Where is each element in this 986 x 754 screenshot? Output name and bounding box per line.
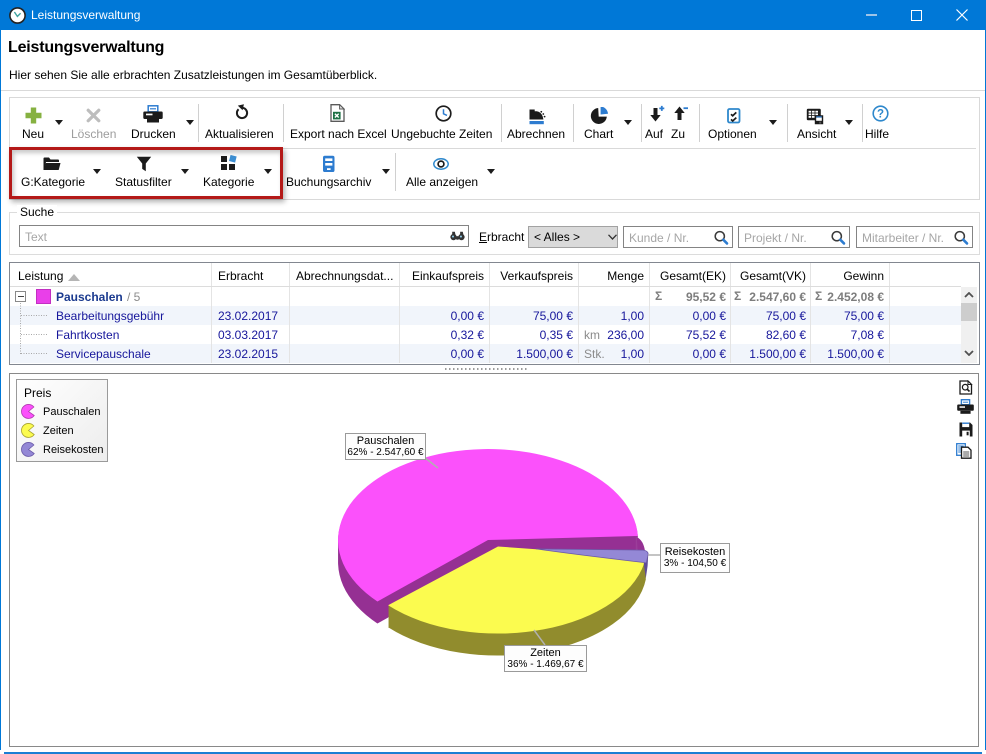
svg-text:?: ? (877, 109, 884, 121)
